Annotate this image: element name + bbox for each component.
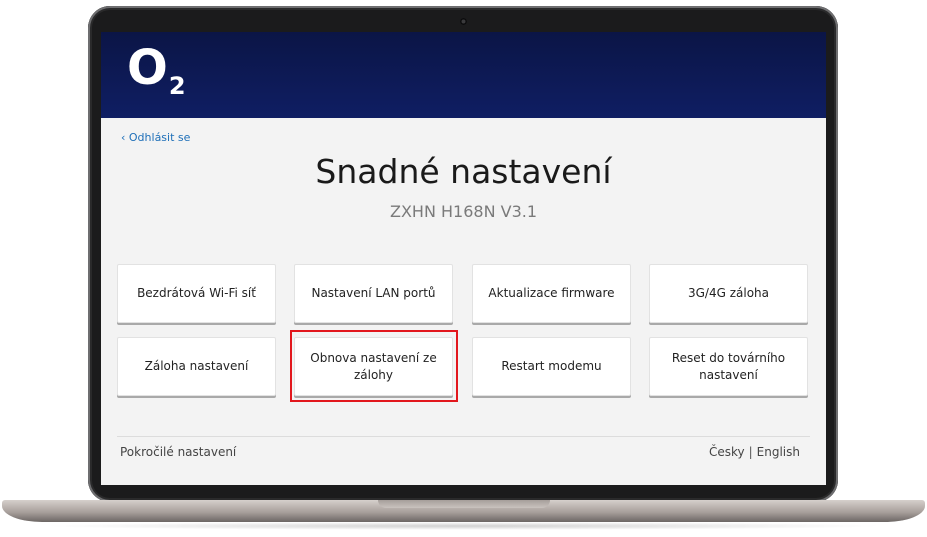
footer-divider xyxy=(117,436,810,437)
language-switcher: Česky | English xyxy=(709,445,800,459)
tile-label: Nastavení LAN portů xyxy=(311,286,436,300)
header-bar: O2 xyxy=(101,32,826,118)
tile-3g4g-backup[interactable]: 3G/4G záloha xyxy=(649,264,808,323)
tile-label: Bezdrátová Wi-Fi síť xyxy=(137,286,256,300)
tile-restore-config[interactable]: Obnova nastavení ze zálohy xyxy=(294,337,453,396)
tile-label: Reset do továrního nastavení xyxy=(671,350,786,382)
tile-wifi[interactable]: Bezdrátová Wi-Fi síť xyxy=(117,264,276,323)
tile-factory-reset[interactable]: Reset do továrního nastavení xyxy=(649,337,808,396)
logout-link[interactable]: ‹ Odhlásit se xyxy=(121,131,190,144)
tile-restart-modem[interactable]: Restart modemu xyxy=(472,337,631,396)
router-admin-screen: O2 ‹ Odhlásit se Snadné nastavení ZXHN H… xyxy=(101,32,826,485)
lang-czech-link[interactable]: Česky xyxy=(709,445,745,459)
lang-separator: | xyxy=(748,445,753,459)
tile-label: Obnova nastavení ze zálohy xyxy=(310,350,437,382)
webcam-icon xyxy=(460,18,467,25)
device-model: ZXHN H168N V3.1 xyxy=(389,202,538,221)
tile-label: Záloha nastavení xyxy=(144,359,249,373)
logo-letter: O xyxy=(127,40,168,96)
laptop-shadow xyxy=(40,522,887,530)
logo-subscript: 2 xyxy=(168,72,186,100)
tile-config-backup[interactable]: Záloha nastavení xyxy=(117,337,276,396)
laptop-notch xyxy=(378,500,550,508)
tile-label: 3G/4G záloha xyxy=(687,286,769,300)
lang-english-link[interactable]: English xyxy=(757,445,800,459)
o2-logo: O2 xyxy=(127,38,186,100)
tile-label: Restart modemu xyxy=(501,359,602,373)
tile-label: Aktualizace firmware xyxy=(488,286,615,300)
advanced-settings-link[interactable]: Pokročilé nastavení xyxy=(120,445,236,459)
tile-firmware-update[interactable]: Aktualizace firmware xyxy=(472,264,631,323)
tile-lan-ports[interactable]: Nastavení LAN portů xyxy=(294,264,453,323)
page-title: Snadné nastavení xyxy=(315,152,612,191)
